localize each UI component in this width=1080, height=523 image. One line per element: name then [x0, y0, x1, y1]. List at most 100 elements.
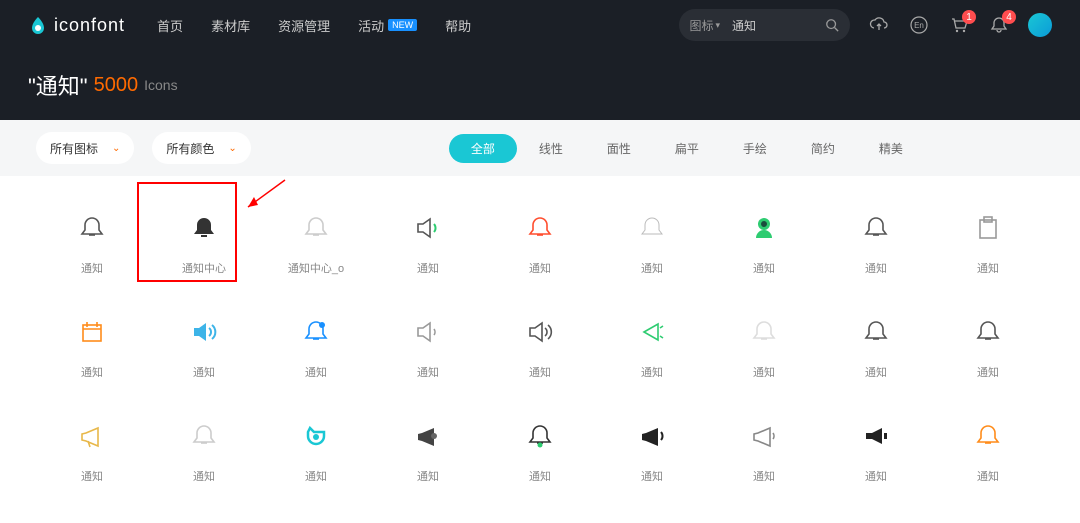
icon-item-7[interactable]: 通知 — [820, 200, 932, 284]
style-tab-3[interactable]: 扁平 — [653, 134, 721, 163]
icon-item-26[interactable]: 通知 — [932, 408, 1044, 492]
cloud-upload-icon[interactable] — [868, 14, 890, 36]
triangle-green-icon — [632, 312, 672, 352]
nav-library[interactable]: 素材库 — [211, 16, 250, 35]
icon-label: 通知 — [641, 364, 663, 380]
icon-label: 通知 — [753, 260, 775, 276]
speaker-green-icon — [408, 208, 448, 248]
clipboard-icon — [968, 208, 1008, 248]
cart-badge: 1 — [962, 10, 976, 24]
search-input[interactable] — [728, 18, 818, 32]
logo-icon — [28, 15, 48, 35]
icon-label: 通知中心 — [182, 260, 226, 276]
icon-label: 通知 — [193, 468, 215, 484]
icon-item-11[interactable]: 通知 — [260, 304, 372, 388]
icon-item-5[interactable]: 通知 — [596, 200, 708, 284]
logo[interactable]: iconfont — [28, 15, 125, 36]
icon-label: 通知 — [865, 260, 887, 276]
nav-home[interactable]: 首页 — [157, 16, 183, 35]
search-icon — [825, 18, 839, 32]
icon-label: 通知 — [977, 468, 999, 484]
icon-label: 通知 — [865, 468, 887, 484]
style-tab-1[interactable]: 线性 — [517, 134, 585, 163]
icon-label: 通知 — [529, 364, 551, 380]
icon-item-22[interactable]: 通知 — [484, 408, 596, 492]
filter-icon-type[interactable]: 所有图标⌄ — [36, 132, 134, 164]
search-button[interactable] — [818, 11, 846, 39]
icon-label: 通知 — [417, 468, 439, 484]
icon-item-4[interactable]: 通知 — [484, 200, 596, 284]
svg-text:En: En — [914, 21, 924, 30]
icon-label: 通知 — [193, 364, 215, 380]
icon-label: 通知 — [81, 364, 103, 380]
icon-label: 通知 — [81, 468, 103, 484]
icon-label: 通知中心_o — [288, 260, 344, 276]
megaphone-dark-icon — [408, 416, 448, 456]
style-tabs: 全部线性面性扁平手绘简约精美 — [449, 134, 925, 163]
icon-label: 通知 — [977, 364, 999, 380]
bell-outline-icon — [72, 208, 112, 248]
icon-item-0[interactable]: 通知 — [36, 200, 148, 284]
cart-icon[interactable]: 1 — [948, 14, 970, 36]
style-tab-6[interactable]: 精美 — [857, 134, 925, 163]
icon-label: 通知 — [529, 468, 551, 484]
icon-label: 通知 — [977, 260, 999, 276]
brand-text: iconfont — [54, 15, 125, 36]
icon-item-3[interactable]: 通知 — [372, 200, 484, 284]
icon-item-18[interactable]: 通知 — [36, 408, 148, 492]
style-tab-5[interactable]: 简约 — [789, 134, 857, 163]
icon-item-9[interactable]: 通知 — [36, 304, 148, 388]
bell-badge: 4 — [1002, 10, 1016, 24]
megaphone-square-icon — [856, 416, 896, 456]
filter-bar: 所有图标⌄ 所有颜色⌄ 全部线性面性扁平手绘简约精美 — [0, 120, 1080, 176]
style-tab-4[interactable]: 手绘 — [721, 134, 789, 163]
icon-item-8[interactable]: 通知 — [932, 200, 1044, 284]
icon-label: 通知 — [81, 260, 103, 276]
bell-icon[interactable]: 4 — [988, 14, 1010, 36]
bell-thin-icon — [632, 208, 672, 248]
bell-green-dot-icon — [520, 416, 560, 456]
megaphone-outline-icon — [744, 416, 784, 456]
icon-item-19[interactable]: 通知 — [148, 408, 260, 492]
icon-item-13[interactable]: 通知 — [484, 304, 596, 388]
icon-item-16[interactable]: 通知 — [820, 304, 932, 388]
icon-grid: 通知通知中心通知中心_o通知通知通知通知通知通知通知通知通知通知通知通知通知通知… — [0, 176, 1080, 516]
icon-item-14[interactable]: 通知 — [596, 304, 708, 388]
icon-label: 通知 — [865, 364, 887, 380]
bell-orange-icon — [968, 416, 1008, 456]
icon-item-21[interactable]: 通知 — [372, 408, 484, 492]
icon-item-10[interactable]: 通知 — [148, 304, 260, 388]
icon-label: 通知 — [417, 260, 439, 276]
bell-fill-icon — [184, 208, 224, 248]
megaphone-yellow-icon — [72, 416, 112, 456]
bell-red-icon — [520, 208, 560, 248]
search-title-bar: "通知" 5000 Icons — [0, 50, 1080, 120]
person-green-icon — [744, 208, 784, 248]
icon-item-23[interactable]: 通知 — [596, 408, 708, 492]
icon-item-1[interactable]: 通知中心 — [148, 200, 260, 284]
icon-item-12[interactable]: 通知 — [372, 304, 484, 388]
style-tab-0[interactable]: 全部 — [449, 134, 517, 163]
nav-resource[interactable]: 资源管理 — [278, 16, 330, 35]
icon-label: 通知 — [753, 364, 775, 380]
nav-activity[interactable]: 活动NEW — [358, 16, 417, 35]
bell-outline-icon — [968, 312, 1008, 352]
speaker-outline-icon — [408, 312, 448, 352]
user-avatar[interactable] — [1028, 13, 1052, 37]
bell-outline-icon — [856, 312, 896, 352]
icon-item-2[interactable]: 通知中心_o — [260, 200, 372, 284]
icon-item-17[interactable]: 通知 — [932, 304, 1044, 388]
icon-item-20[interactable]: 通知 — [260, 408, 372, 492]
language-icon[interactable]: En — [908, 14, 930, 36]
search-selector[interactable]: 图标 ▾ — [689, 17, 728, 34]
filter-color[interactable]: 所有颜色⌄ — [152, 132, 250, 164]
whistle-blue-icon — [296, 416, 336, 456]
icon-item-24[interactable]: 通知 — [708, 408, 820, 492]
icon-item-6[interactable]: 通知 — [708, 200, 820, 284]
nav-help[interactable]: 帮助 — [445, 16, 471, 35]
style-tab-2[interactable]: 面性 — [585, 134, 653, 163]
icon-item-25[interactable]: 通知 — [820, 408, 932, 492]
icon-item-15[interactable]: 通知 — [708, 304, 820, 388]
bell-light-icon — [296, 208, 336, 248]
search-box: 图标 ▾ — [679, 9, 850, 41]
